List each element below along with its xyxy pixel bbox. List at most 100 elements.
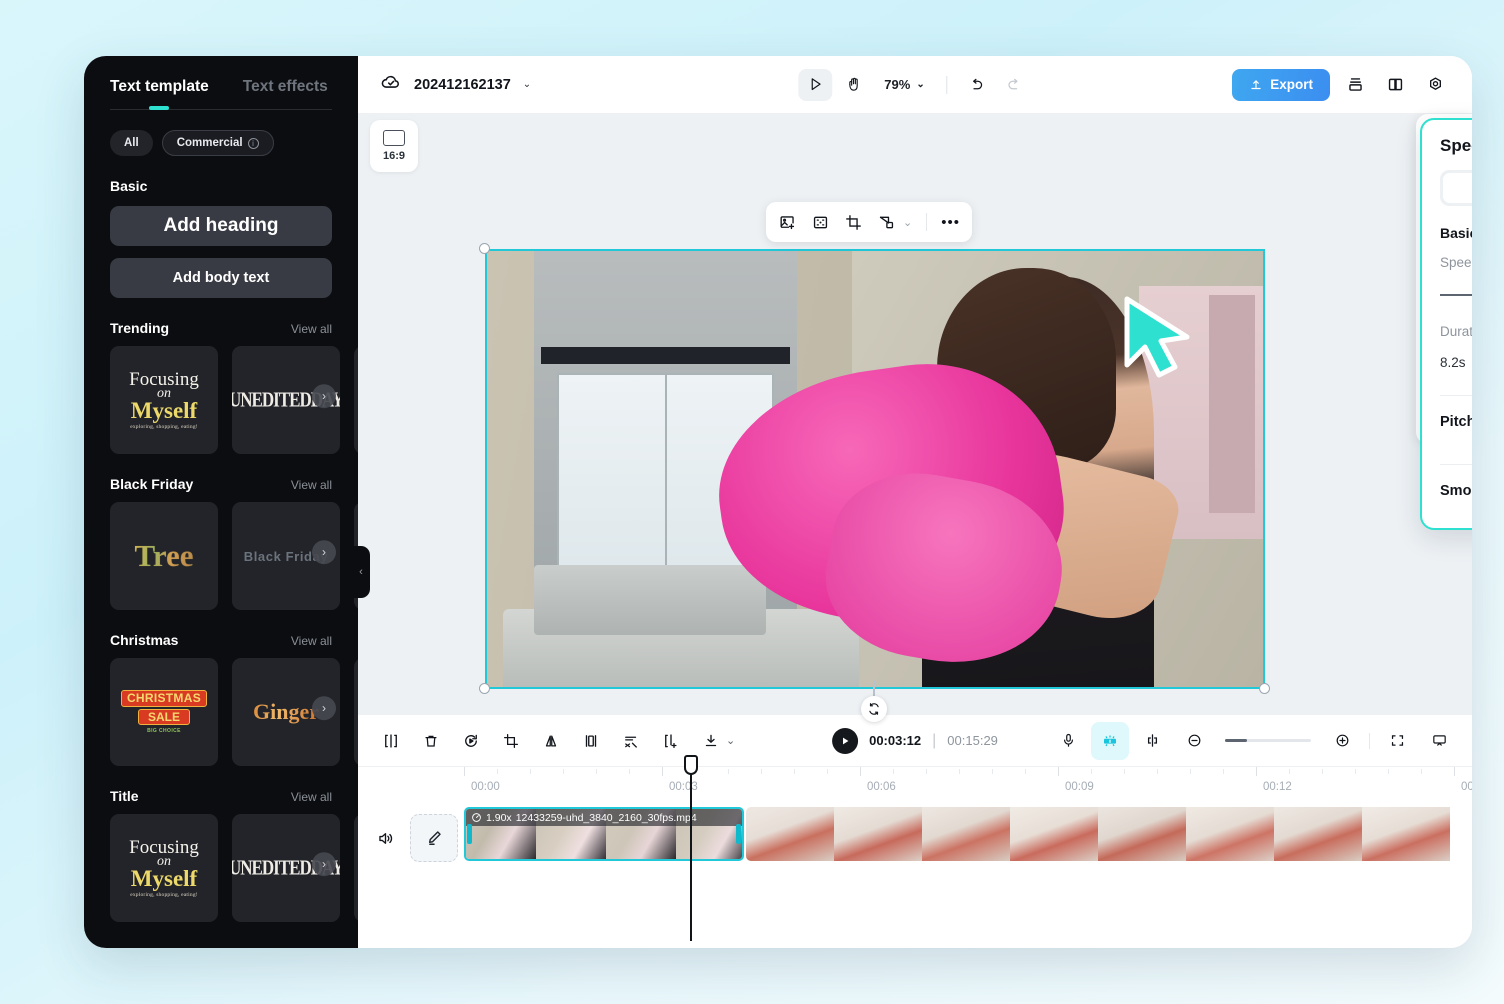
sidebar-collapse-handle[interactable]: ‹ bbox=[352, 546, 370, 598]
filter-chip-commercial[interactable]: Commercial i bbox=[161, 130, 274, 156]
filter-chip-all[interactable]: All bbox=[110, 130, 153, 156]
remove-gap-icon[interactable] bbox=[612, 722, 650, 760]
resize-handle-br[interactable] bbox=[1259, 683, 1270, 694]
app-header: 202412162137 ⌄ 79% ⌄ Export bbox=[358, 56, 1472, 114]
crop-icon[interactable] bbox=[844, 213, 863, 232]
video-preview-frame[interactable] bbox=[485, 249, 1265, 689]
duration-original-value: 8.2s bbox=[1440, 354, 1466, 370]
tab-normal[interactable]: Normal bbox=[1443, 173, 1472, 203]
filter-chip-group: All Commercial i bbox=[84, 110, 358, 156]
clip-thumbnail bbox=[1362, 807, 1450, 861]
split-view-icon[interactable] bbox=[1380, 70, 1410, 100]
clip-thumbnail bbox=[1274, 807, 1362, 861]
carousel-next-black-friday[interactable]: › bbox=[312, 540, 336, 565]
mic-icon[interactable] bbox=[1049, 722, 1087, 760]
add-heading-button[interactable]: Add heading bbox=[110, 206, 332, 246]
speed-control-row: 1.9 x bbox=[1440, 278, 1472, 312]
view-all-christmas[interactable]: View all bbox=[291, 634, 332, 648]
timeline-ruler[interactable]: 00:00 00:03 00:06 00:09 00:12 00:1 bbox=[358, 767, 1472, 807]
template-art: CHRISTMAS SALE BIG CHOICE bbox=[120, 690, 208, 734]
timeline-clip-track[interactable] bbox=[746, 807, 1472, 861]
ruler-label: 00:03 bbox=[669, 781, 698, 793]
carousel-next-title[interactable]: › bbox=[312, 852, 336, 877]
fit-to-frame-icon[interactable] bbox=[811, 213, 830, 232]
clip-thumbnail bbox=[834, 807, 922, 861]
carousel-next-trending[interactable]: › bbox=[312, 384, 336, 409]
ruler-label: 00:09 bbox=[1065, 781, 1094, 793]
section-header-black-friday: Black Friday View all bbox=[84, 454, 358, 492]
volume-icon[interactable] bbox=[366, 819, 404, 857]
chevron-down-icon[interactable]: ⌄ bbox=[903, 216, 912, 229]
export-button[interactable]: Export bbox=[1232, 68, 1330, 101]
play-button[interactable] bbox=[832, 727, 859, 754]
clip-trim-handle-left[interactable] bbox=[467, 824, 472, 844]
video-preview-image bbox=[487, 251, 1263, 687]
edit-pencil-button[interactable] bbox=[410, 814, 458, 862]
marker-icon[interactable] bbox=[1133, 722, 1171, 760]
ruler-tick-minor bbox=[629, 769, 630, 774]
ruler-tick-minor bbox=[992, 769, 993, 774]
clip-filename: 12433259-uhd_3840_2160_30fps.mp4 bbox=[515, 811, 697, 824]
template-card-christmas-sale[interactable]: CHRISTMAS SALE BIG CHOICE bbox=[110, 658, 218, 766]
carousel-next-christmas[interactable]: › bbox=[312, 696, 336, 721]
add-body-text-label: Add body text bbox=[172, 270, 270, 286]
speed-slider[interactable] bbox=[1440, 288, 1472, 302]
add-body-text-button[interactable]: Add body text bbox=[110, 258, 332, 298]
playhead-knob[interactable] bbox=[684, 755, 698, 775]
mirror-icon[interactable] bbox=[532, 722, 570, 760]
select-tool-button[interactable] bbox=[798, 68, 833, 101]
auto-captions-icon[interactable] bbox=[1091, 721, 1129, 760]
timeline-zoom-slider[interactable] bbox=[1225, 739, 1311, 742]
tab-text-template[interactable]: Text template bbox=[110, 78, 209, 107]
project-name[interactable]: 202412162137 bbox=[414, 77, 511, 93]
timeline-toolbar: ⌄ 00:03:12 | 00:15:29 bbox=[358, 715, 1472, 767]
section-title-trending: Trending bbox=[110, 320, 170, 336]
undo-button[interactable] bbox=[960, 69, 994, 101]
section-header-title: Title View all bbox=[84, 766, 358, 804]
more-options-icon[interactable]: ••• bbox=[941, 214, 960, 231]
zoom-in-button[interactable] bbox=[1323, 722, 1361, 760]
redo-button[interactable] bbox=[998, 69, 1032, 101]
template-card-focusing-myself[interactable]: Focusing on Myself exploring, shopping, … bbox=[110, 346, 218, 454]
chevron-down-icon[interactable]: ⌄ bbox=[726, 734, 735, 747]
hand-tool-button[interactable] bbox=[836, 69, 870, 101]
main-area: 202412162137 ⌄ 79% ⌄ Export 16:9 ⌄ ••• ⌄… bbox=[358, 56, 1472, 948]
clip-trim-handle-right[interactable] bbox=[736, 824, 741, 844]
template-card-focusing-myself-2[interactable]: Focusing on Myself exploring, shopping, … bbox=[110, 814, 218, 922]
time-separator: | bbox=[932, 731, 937, 749]
section-title-christmas: Christmas bbox=[110, 632, 179, 648]
timeline-playhead[interactable] bbox=[684, 755, 698, 941]
clip-thumbnail bbox=[746, 807, 834, 861]
section-title-black-friday: Black Friday bbox=[110, 476, 194, 492]
tab-text-effects[interactable]: Text effects bbox=[243, 78, 328, 107]
aspect-ratio-button[interactable]: 16:9 bbox=[370, 120, 418, 172]
resize-handle-tl[interactable] bbox=[479, 243, 490, 254]
freeze-frame-icon[interactable] bbox=[652, 722, 690, 760]
resize-handle-bl[interactable] bbox=[479, 683, 490, 694]
rotate-handle[interactable] bbox=[861, 696, 887, 722]
crop-icon[interactable] bbox=[492, 722, 530, 760]
zoom-level-selector[interactable]: 79% ⌄ bbox=[874, 77, 934, 92]
mask-icon[interactable]: ⌄ bbox=[877, 213, 912, 232]
view-all-black-friday[interactable]: View all bbox=[291, 478, 332, 492]
app-window: Text template Text effects All Commercia… bbox=[84, 56, 1472, 948]
template-card-tree[interactable]: Tree bbox=[110, 502, 218, 610]
chevron-down-icon[interactable]: ⌄ bbox=[523, 79, 531, 90]
download-icon[interactable] bbox=[692, 722, 730, 760]
ruler-tick-minor bbox=[959, 769, 960, 774]
layers-icon[interactable] bbox=[1340, 70, 1370, 100]
view-all-trending[interactable]: View all bbox=[291, 322, 332, 336]
timeline-clip-selected[interactable]: 1.90x 12433259-uhd_3840_2160_30fps.mp4 bbox=[464, 807, 744, 861]
reverse-icon[interactable] bbox=[452, 722, 490, 760]
zoom-out-button[interactable] bbox=[1175, 722, 1213, 760]
flip-icon[interactable] bbox=[572, 722, 610, 760]
ruler-tick-minor bbox=[761, 769, 762, 774]
view-all-title[interactable]: View all bbox=[291, 790, 332, 804]
settings-icon[interactable] bbox=[1420, 70, 1450, 100]
fullscreen-icon[interactable] bbox=[1378, 722, 1416, 760]
monitor-icon[interactable] bbox=[1420, 722, 1458, 760]
speed-panel-header: Speed ✕ bbox=[1440, 136, 1472, 156]
delete-icon[interactable] bbox=[412, 722, 450, 760]
split-icon[interactable] bbox=[372, 722, 410, 760]
add-image-icon[interactable] bbox=[778, 213, 797, 232]
